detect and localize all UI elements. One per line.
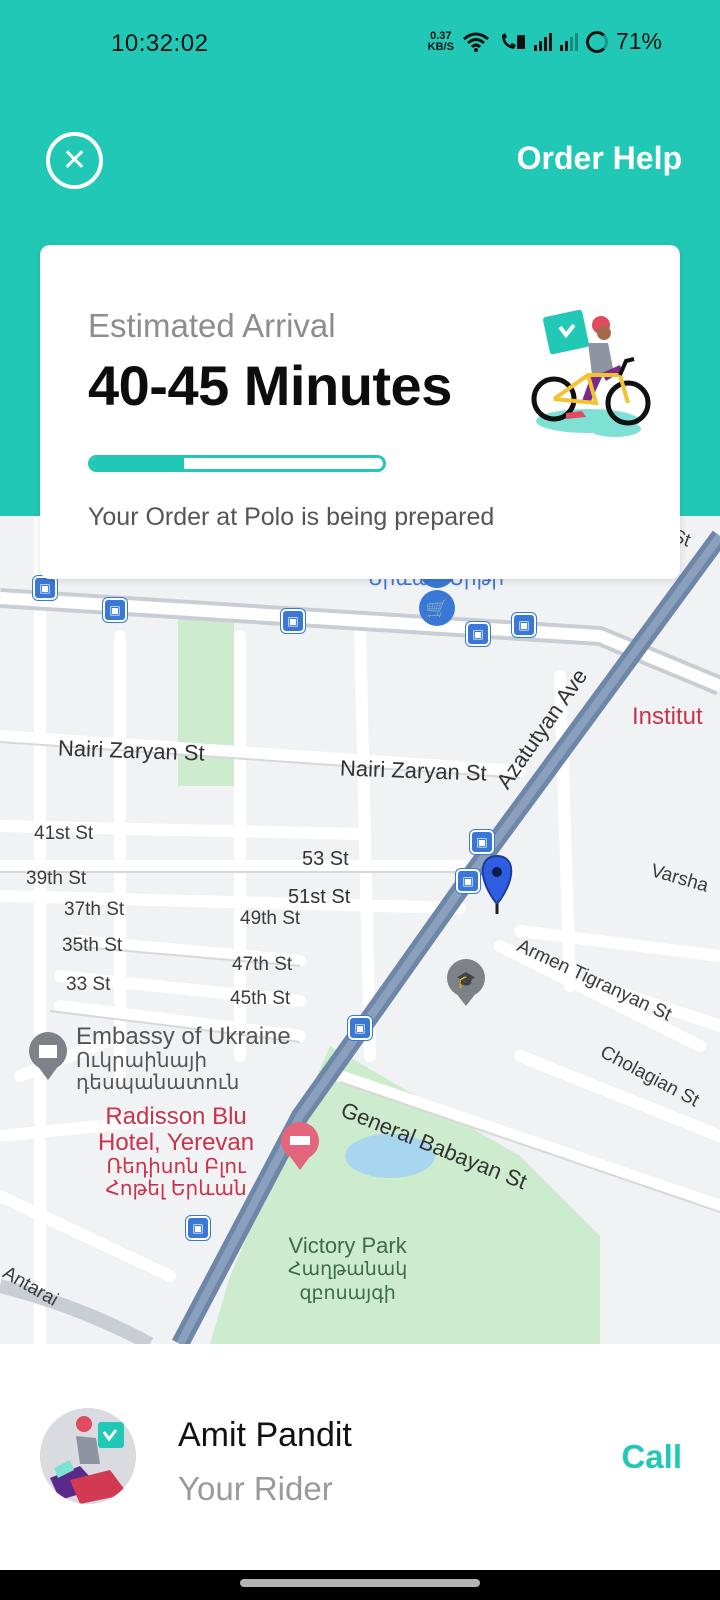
order-progress-fill	[91, 458, 185, 469]
school-pin: 🎓	[447, 959, 485, 1006]
map-label-radisson[interactable]: Radisson Blu Hotel, Yerevan Ռեդիսոն Բլու…	[98, 1103, 255, 1201]
close-icon: ✕	[61, 144, 88, 177]
map-canvas: 🛒 🎓	[0, 516, 720, 1344]
map-label-37th-st: 37th St	[64, 899, 125, 920]
map-label-39th-st: 39th St	[26, 868, 87, 889]
battery-percent: 71%	[615, 28, 662, 54]
map[interactable]: 🛒 🎓 ▣ ▣ ▣ ▣ ▣ ▣ ▣ ▣ ▣ Երևան Սիթի Institu…	[0, 516, 720, 1344]
signal-weak-icon	[559, 32, 578, 51]
network-speed-value: 0.37	[430, 29, 452, 42]
radisson-name-hy-1: Ռեդիսոն Բլու	[106, 1156, 246, 1178]
location-pin-icon	[481, 854, 513, 914]
eta-value: 40-45 Minutes	[88, 354, 452, 417]
map-label-nairi-zaryan-east: Nairi Zaryan St	[339, 755, 488, 786]
embassy-name-hy-1: Ուկրաինայի	[76, 1050, 208, 1072]
home-gesture-handle[interactable]	[240, 1579, 480, 1587]
signal-icon	[533, 32, 552, 51]
status-bar: 10:32:02 0.37 KB/S 71%	[0, 0, 720, 90]
bus-stop-icon[interactable]: ▣	[512, 613, 536, 637]
bus-stop-icon[interactable]: ▣	[186, 1216, 210, 1240]
map-label-nairi-zaryan-west: Nairi Zaryan St	[57, 735, 206, 766]
radisson-name-en-1: Radisson Blu	[105, 1103, 247, 1130]
map-label-victory-park[interactable]: Victory Park Հաղթանակ զբոսայգի	[288, 1234, 407, 1306]
map-label-51st-st: 51st St	[288, 886, 351, 908]
map-label-45th-st: 45th St	[230, 988, 291, 1009]
system-nav-bar	[0, 1570, 720, 1600]
park-name-hy-1: Հաղթանակ	[288, 1259, 408, 1280]
map-label-institute[interactable]: Institut	[632, 704, 703, 730]
map-label-47th-st: 47th St	[232, 954, 293, 975]
network-speed-unit: KB/S	[427, 40, 454, 53]
delivery-rider-bicycle-illustration	[531, 309, 651, 437]
bus-stop-icon[interactable]: ▣	[466, 622, 490, 646]
rider-panel: Amit Pandit Your Rider Call	[0, 1344, 720, 1570]
wifi-icon	[462, 32, 489, 52]
network-speed: 0.37 KB/S	[427, 29, 454, 53]
eta-label: Estimated Arrival	[88, 307, 336, 344]
svg-text:🎓: 🎓	[456, 970, 476, 989]
rider-role: Your Rider	[178, 1470, 333, 1507]
rider-avatar	[40, 1408, 136, 1504]
map-label-33-st: 33 St	[66, 974, 111, 995]
order-progress-bar	[88, 455, 386, 472]
park-name-en: Victory Park	[288, 1233, 407, 1258]
volte-call-icon	[501, 32, 525, 49]
bus-stop-icon[interactable]: ▣	[348, 1016, 372, 1040]
map-label-41st-st: 41st St	[34, 823, 94, 844]
bus-stop-icon[interactable]: ▣	[456, 869, 480, 893]
eta-card: Estimated Arrival 40-45 Minutes Your Ord…	[40, 245, 680, 579]
map-label-53-st: 53 St	[302, 848, 349, 870]
bus-stop-icon[interactable]: ▣	[281, 609, 305, 633]
battery-ring-icon	[585, 30, 608, 53]
bus-stop-icon[interactable]: ▣	[33, 576, 57, 600]
order-help-button[interactable]: Order Help	[517, 140, 682, 177]
park-name-hy-2: զբոսայգի	[299, 1283, 396, 1304]
map-label-35th-st: 35th St	[62, 935, 123, 956]
bus-stop-icon[interactable]: ▣	[470, 830, 494, 854]
close-button[interactable]: ✕	[46, 132, 103, 189]
map-label-embassy[interactable]: Embassy of Ukraine Ուկրաինայի դեսպանատու…	[76, 1023, 291, 1095]
rider-name: Amit Pandit	[178, 1416, 352, 1454]
radisson-name-en-2: Hotel, Yerevan	[98, 1129, 255, 1156]
svg-text:🛒: 🛒	[426, 598, 448, 620]
status-time: 10:32:02	[111, 30, 209, 57]
map-label-49th-st: 49th St	[240, 908, 301, 929]
embassy-name-en: Embassy of Ukraine	[76, 1023, 291, 1050]
order-status-text: Your Order at Polo is being prepared	[88, 503, 495, 531]
bus-stop-icon[interactable]: ▣	[103, 598, 127, 622]
embassy-name-hy-2: դեսպանատուն	[76, 1072, 240, 1094]
radisson-name-hy-2: Հոթել Երևան	[105, 1178, 247, 1200]
status-icons: 0.37 KB/S 71%	[428, 28, 662, 55]
call-rider-button[interactable]: Call	[621, 1438, 682, 1476]
rider-avatar-illustration	[40, 1408, 136, 1504]
